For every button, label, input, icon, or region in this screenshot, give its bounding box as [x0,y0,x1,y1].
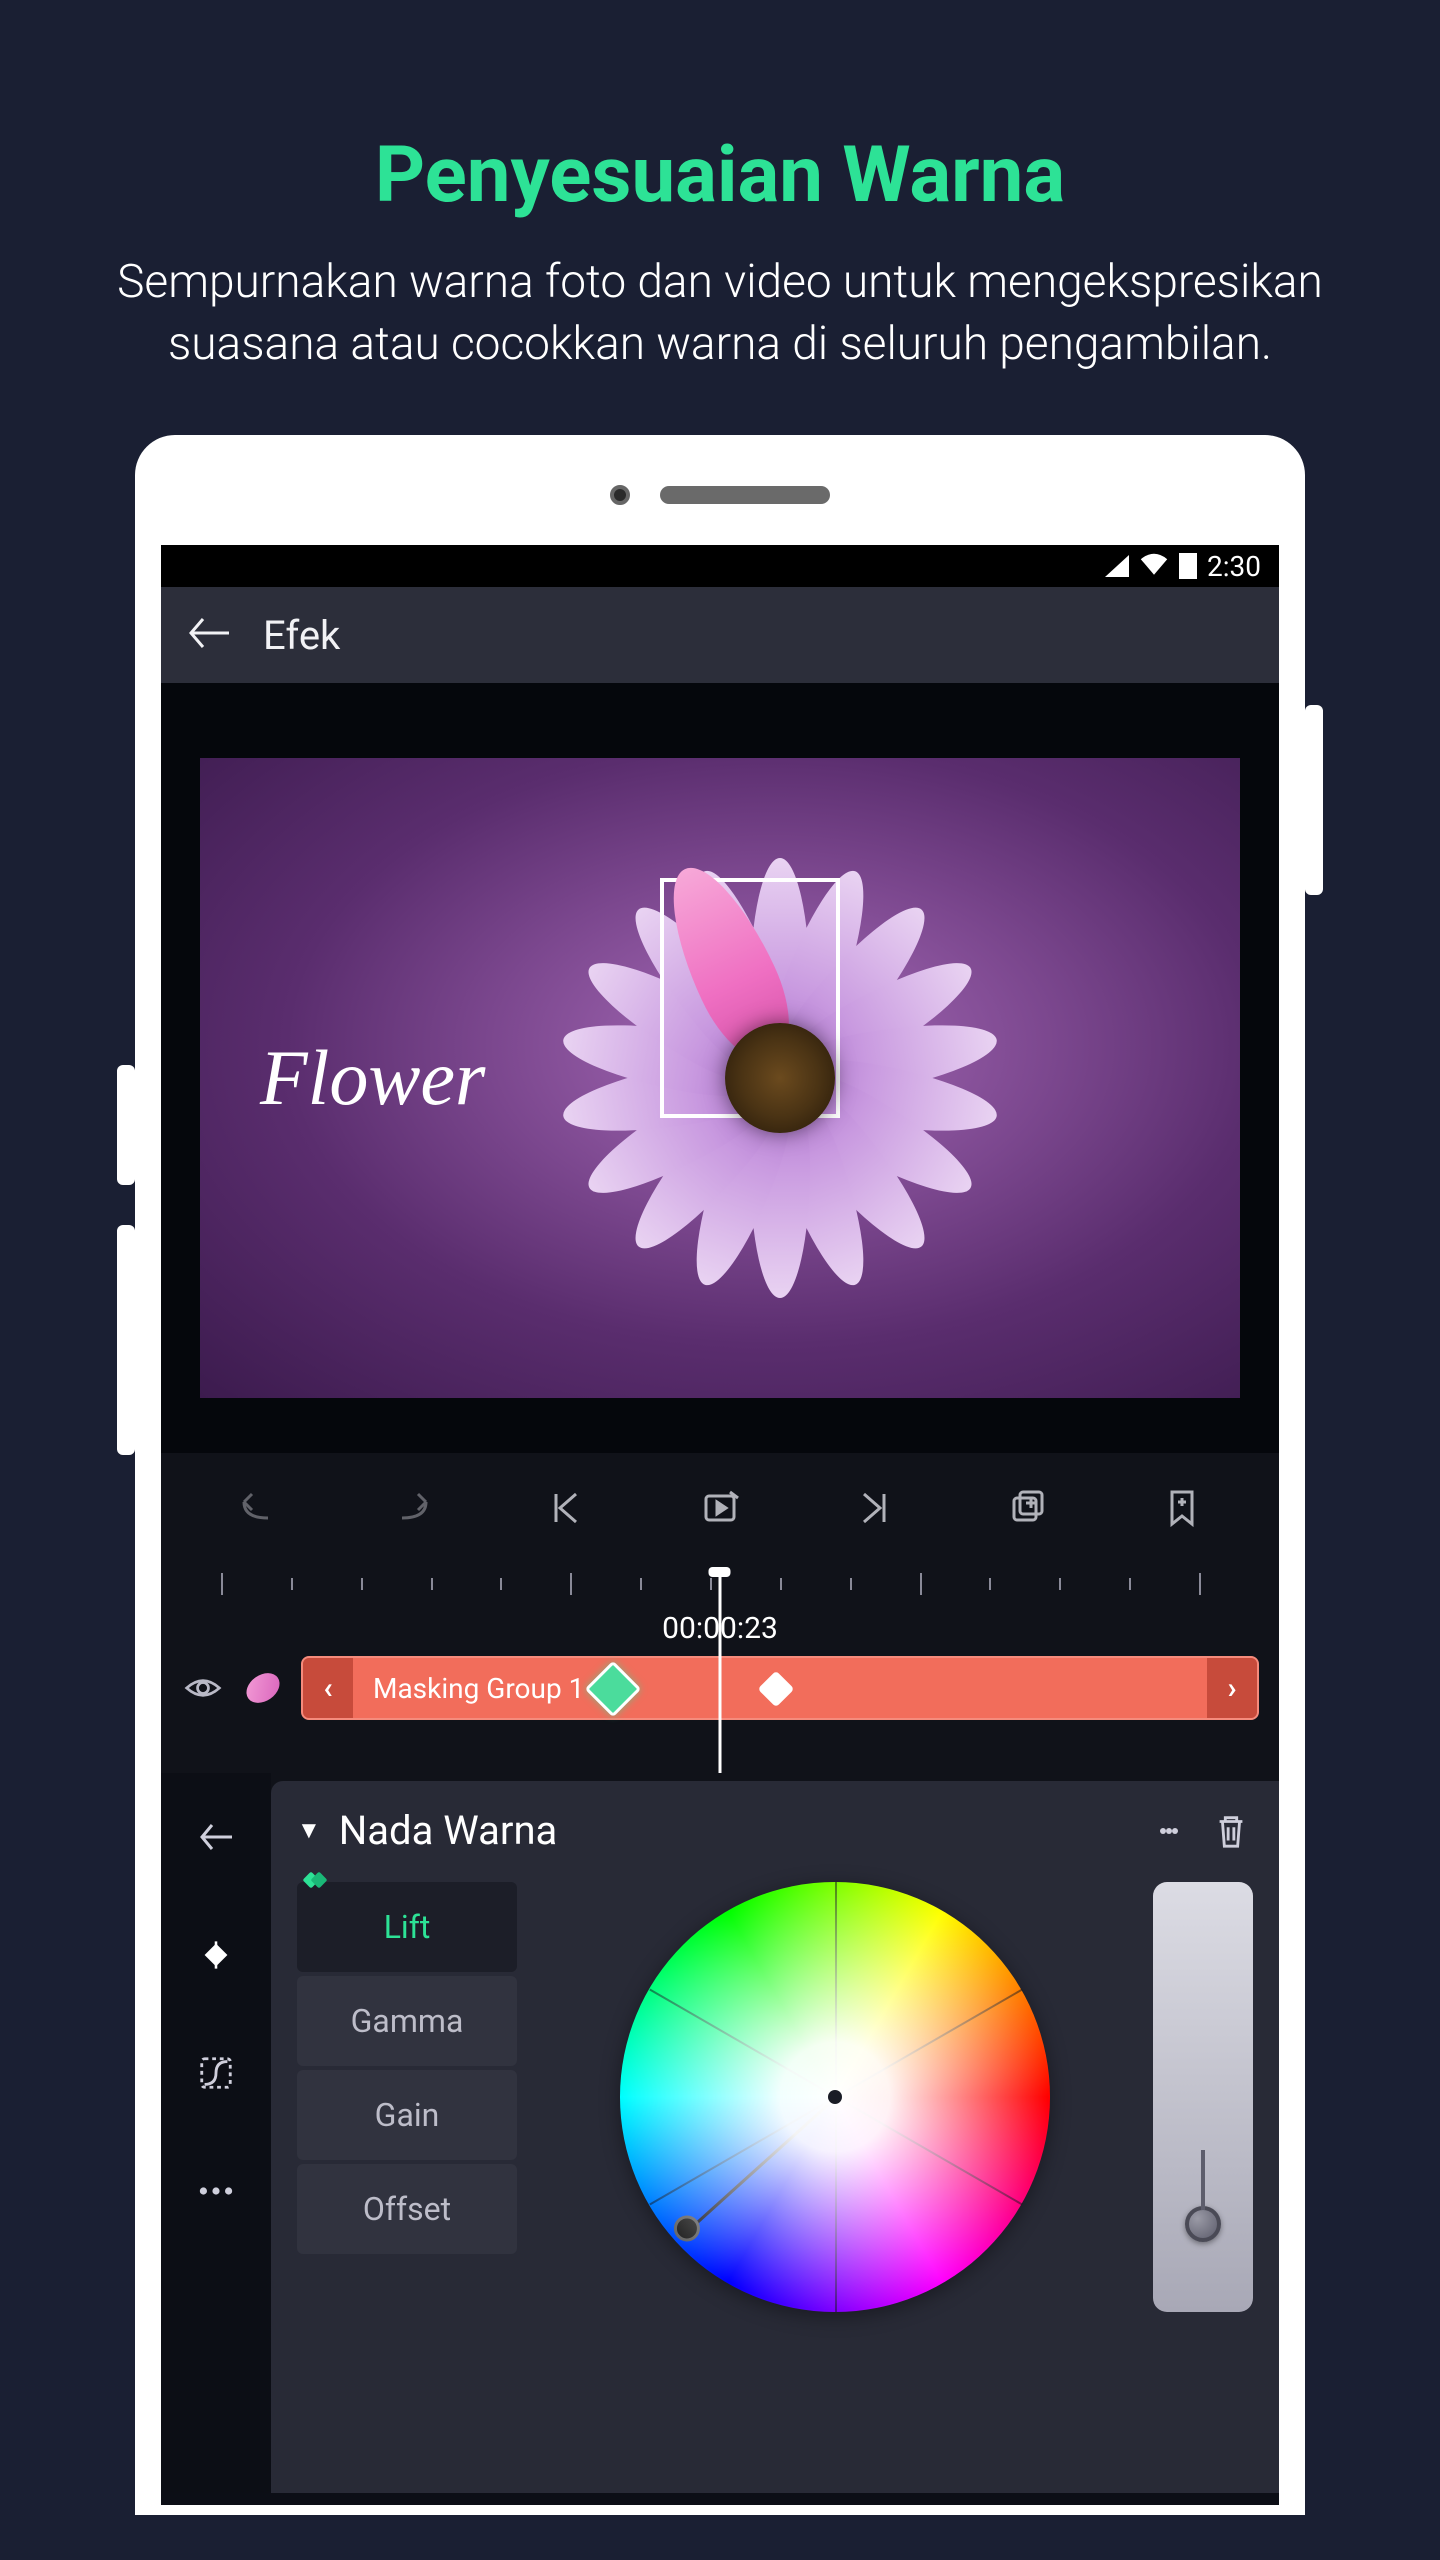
bookmark-button[interactable] [1157,1483,1207,1533]
color-wheel[interactable] [620,1882,1050,2312]
app-header: Efek [161,587,1279,683]
effect-panel: ▼ Nada Warna Lift Gamma Gain Offset [161,1773,1279,2493]
promo-description: Sempurnakan warna foto dan video untuk m… [80,251,1360,375]
tablet-frame: 2:30 Efek Flower [135,435,1305,2515]
skip-start-button[interactable] [541,1483,591,1533]
keyframe-nav-icon[interactable] [192,1931,240,1979]
back-button[interactable] [185,613,233,657]
curve-nav-icon[interactable] [192,2049,240,2097]
dropdown-icon[interactable]: ▼ [297,1816,321,1845]
timeline-clip[interactable]: ‹ Masking Group 1 › [301,1656,1259,1720]
tab-gamma[interactable]: Gamma [297,1976,517,2066]
tablet-camera [610,485,630,505]
tablet-notch [161,485,1279,505]
battery-icon [1179,553,1197,579]
android-status-bar: 2:30 [161,545,1279,587]
flower-center [725,1023,835,1133]
keyframe-badge-icon [303,1868,327,1892]
tablet-power-button [1305,705,1323,895]
skip-end-button[interactable] [849,1483,899,1533]
slider-knob[interactable] [1185,2206,1221,2242]
panel-menu-button[interactable] [1147,1809,1191,1853]
tab-offset[interactable]: Offset [297,2164,517,2254]
undo-button[interactable] [233,1483,283,1533]
video-frame: Flower [200,758,1240,1398]
clip-handle-left[interactable]: ‹ [303,1658,353,1718]
playback-toolbar [161,1453,1279,1563]
panel-header: ▼ Nada Warna [297,1807,1253,1854]
header-title: Efek [263,612,340,659]
panel-side-nav [161,1773,271,2493]
panel-body: Lift Gamma Gain Offset [297,1882,1253,2312]
tab-gain[interactable]: Gain [297,2070,517,2160]
clip-handle-right[interactable]: › [1207,1658,1257,1718]
panel-back-button[interactable] [192,1813,240,1861]
keyframe-active[interactable] [585,1661,642,1718]
cellular-icon [1105,555,1129,577]
play-loop-button[interactable] [695,1483,745,1533]
playhead[interactable] [719,1571,722,1773]
tone-tab-list: Lift Gamma Gain Offset [297,1882,517,2312]
visibility-toggle[interactable] [181,1666,225,1710]
redo-button[interactable] [387,1483,437,1533]
add-clip-button[interactable] [1003,1483,1053,1533]
tab-lift[interactable]: Lift [297,1882,517,1972]
video-preview[interactable]: Flower [161,683,1279,1453]
promo-title: Penyesuaian Warna [80,130,1360,221]
promo-header: Penyesuaian Warna Sempurnakan warna foto… [0,0,1440,435]
color-wheel-container [545,1882,1125,2312]
more-nav-icon[interactable] [192,2167,240,2215]
overlay-text: Flower [260,1033,485,1123]
flower-graphic [550,848,1010,1308]
panel-title: Nada Warna [339,1807,1129,1854]
tablet-vol-up [117,1065,135,1185]
wifi-icon [1139,550,1169,583]
tablet-speaker [660,486,830,504]
tablet-vol-down [117,1225,135,1455]
timeline[interactable]: 00:00:23 ‹ Masking Group 1 › [161,1563,1279,1773]
status-time: 2:30 [1207,550,1261,583]
panel-delete-button[interactable] [1209,1809,1253,1853]
panel-main: ▼ Nada Warna Lift Gamma Gain Offset [271,1781,1279,2493]
color-wheel-pointer[interactable] [685,2098,836,2234]
track-color-tag[interactable] [241,1666,285,1710]
luminance-slider[interactable] [1153,1882,1253,2312]
app-screen: 2:30 Efek Flower [161,545,1279,2505]
